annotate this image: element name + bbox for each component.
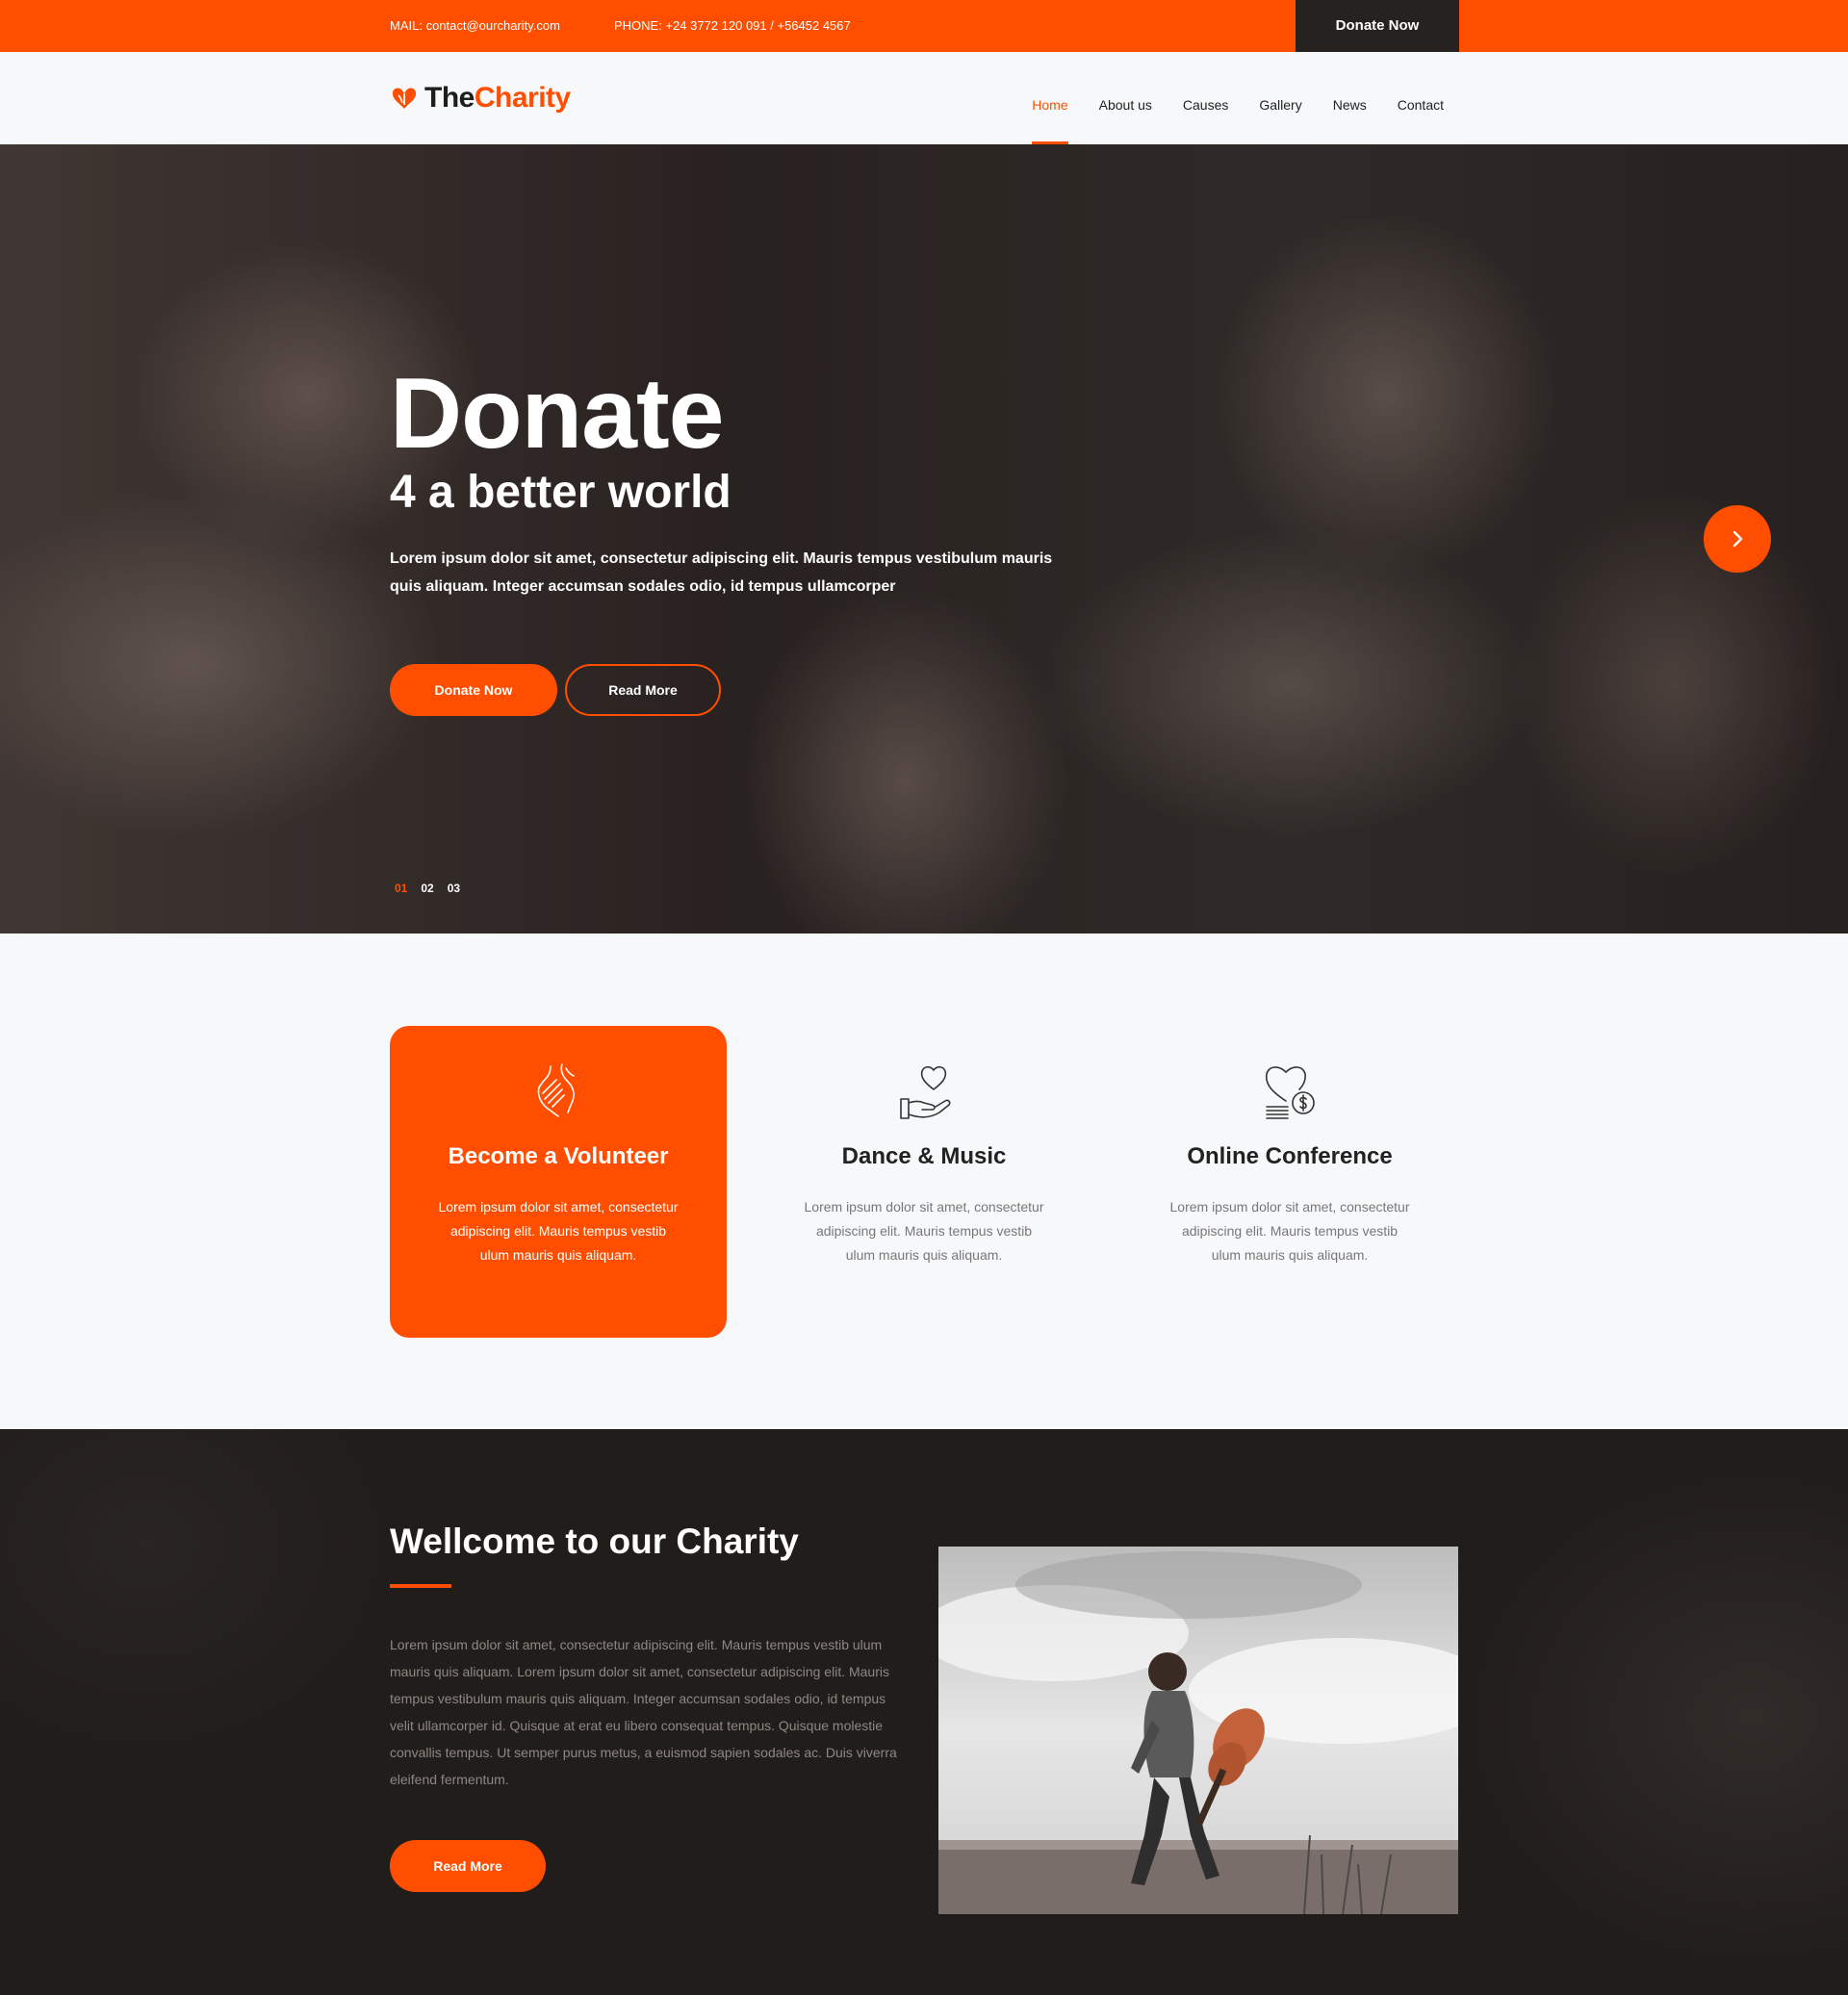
hero-donate-button[interactable]: Donate Now xyxy=(390,664,557,716)
boy-with-guitar-image xyxy=(938,1547,1458,1914)
service-title: Become a Volunteer xyxy=(448,1143,669,1169)
slide-dot-2[interactable]: 02 xyxy=(421,882,433,895)
heart-in-hand-icon xyxy=(900,1065,951,1119)
heart-donation-coins-icon xyxy=(1265,1066,1315,1119)
top-bar: MAIL: contact@ourcharity.com PHONE: +24 … xyxy=(0,0,1848,52)
title-underline xyxy=(390,1584,451,1588)
site-header: TheCharity Home About us Causes Gallery … xyxy=(0,52,1848,144)
helping-hands-icon xyxy=(537,1063,575,1117)
hero-read-more-button[interactable]: Read More xyxy=(565,664,721,716)
hero-title: Donate xyxy=(390,358,724,470)
hero-subtitle: 4 a better world xyxy=(390,467,732,518)
service-text: Lorem ipsum dolor sit amet, consectetur … xyxy=(804,1199,1044,1263)
main-nav: Home About us Causes Gallery News Contac… xyxy=(1032,52,1444,144)
logo-text-charity: Charity xyxy=(474,82,571,114)
service-card-volunteer[interactable]: Become a Volunteer Lorem ipsum dolor sit… xyxy=(390,1026,727,1338)
nav-item-about[interactable]: About us xyxy=(1099,52,1152,144)
hero-text: Lorem ipsum dolor sit amet, consectetur … xyxy=(390,550,1053,595)
top-donate-button[interactable]: Donate Now xyxy=(1296,0,1459,52)
slide-dot-3[interactable]: 03 xyxy=(448,882,460,895)
heart-hands-icon xyxy=(392,88,417,109)
welcome-title: Wellcome to our Charity xyxy=(390,1522,799,1561)
nav-item-home[interactable]: Home xyxy=(1032,52,1069,144)
slide-dot-1[interactable]: 01 xyxy=(395,882,407,895)
services-section: Become a Volunteer Lorem ipsum dolor sit… xyxy=(0,934,1848,1429)
nav-item-news[interactable]: News xyxy=(1333,52,1367,144)
service-text: Lorem ipsum dolor sit amet, consectetur … xyxy=(438,1199,679,1263)
service-card-dance-music[interactable]: Dance & Music Lorem ipsum dolor sit amet… xyxy=(756,1026,1092,1338)
slider-next-button[interactable] xyxy=(1704,505,1771,573)
hero-slider: Donate 4 a better world Lorem ipsum dolo… xyxy=(0,144,1848,934)
contact-phone[interactable]: PHONE: +24 3772 120 091 / +56452 4567 xyxy=(614,0,851,52)
slide-pagination: 01 02 03 xyxy=(395,882,460,895)
service-title: Dance & Music xyxy=(841,1143,1007,1169)
contact-mail[interactable]: MAIL: contact@ourcharity.com xyxy=(390,0,560,52)
site-logo[interactable]: TheCharity xyxy=(390,81,571,115)
nav-item-contact[interactable]: Contact xyxy=(1398,52,1444,144)
service-text: Lorem ipsum dolor sit amet, consectetur … xyxy=(1169,1199,1410,1263)
nav-item-causes[interactable]: Causes xyxy=(1183,52,1228,144)
hero-background-image xyxy=(0,144,1848,934)
welcome-section: Wellcome to our Charity Lorem ipsum dolo… xyxy=(0,1429,1848,1995)
logo-text-the: The xyxy=(424,82,475,114)
chevron-right-icon xyxy=(1732,530,1743,548)
service-card-online-conference[interactable]: Online Conference Lorem ipsum dolor sit … xyxy=(1121,1026,1458,1338)
nav-item-gallery[interactable]: Gallery xyxy=(1259,52,1301,144)
service-title: Online Conference xyxy=(1187,1143,1393,1169)
welcome-text: Lorem ipsum dolor sit amet, consectetur … xyxy=(390,1637,897,1787)
welcome-read-more-button[interactable]: Read More xyxy=(390,1840,546,1892)
welcome-photo xyxy=(938,1547,1458,1914)
